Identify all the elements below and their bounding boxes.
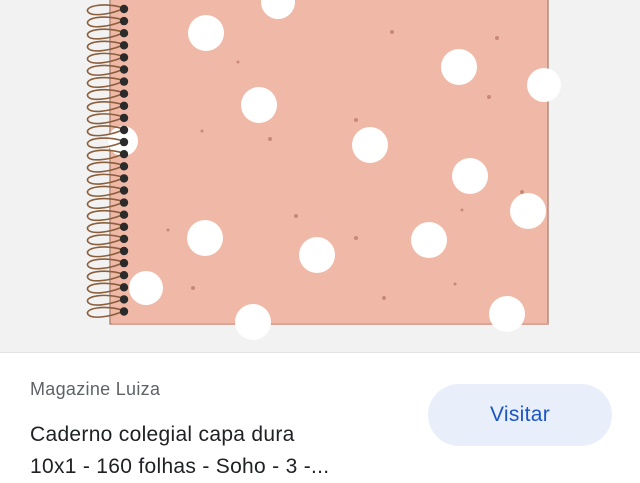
spiral-hole — [119, 53, 129, 62]
spiral-hole — [119, 77, 129, 86]
spiral-hole — [119, 41, 129, 50]
spiral-hole — [119, 210, 129, 219]
spiral-hole — [119, 101, 129, 111]
product-image-panel[interactable] — [0, 0, 640, 352]
spiral-hole — [119, 283, 129, 292]
notebook-cover — [109, 0, 549, 325]
spiral-hole — [119, 4, 129, 14]
product-title-line-2: 10x1 - 160 folhas - Soho - 3 -... — [30, 455, 330, 478]
spiral-hole — [119, 234, 129, 244]
product-title-line-1: Caderno colegial capa dura — [30, 423, 295, 446]
spiral-hole — [119, 295, 129, 304]
spiral-hole — [119, 162, 129, 171]
spiral-hole — [119, 174, 129, 183]
spiral-hole — [119, 65, 129, 74]
spiral-hole — [119, 246, 129, 256]
spiral-hole — [119, 222, 129, 231]
spiral-hole — [119, 113, 129, 123]
product-title[interactable]: Caderno colegial capa dura 10x1 - 160 fo… — [30, 419, 400, 483]
spiral-hole — [119, 307, 129, 316]
result-info-card[interactable]: Magazine Luiza Caderno colegial capa dur… — [0, 353, 640, 480]
spiral-hole — [119, 271, 129, 280]
spiral-hole — [119, 186, 129, 195]
spiral-hole — [119, 29, 129, 38]
spiral-hole — [119, 150, 129, 159]
source-name: Magazine Luiza — [30, 379, 161, 399]
spiral-hole — [119, 125, 129, 135]
visit-button[interactable]: Visitar — [428, 384, 612, 446]
spiral-hole — [119, 16, 129, 26]
spiral-hole — [119, 137, 129, 147]
spiral-hole — [119, 89, 129, 98]
spiral-hole — [119, 258, 129, 268]
spiral-hole — [119, 198, 129, 207]
notebook-image — [86, 0, 561, 340]
